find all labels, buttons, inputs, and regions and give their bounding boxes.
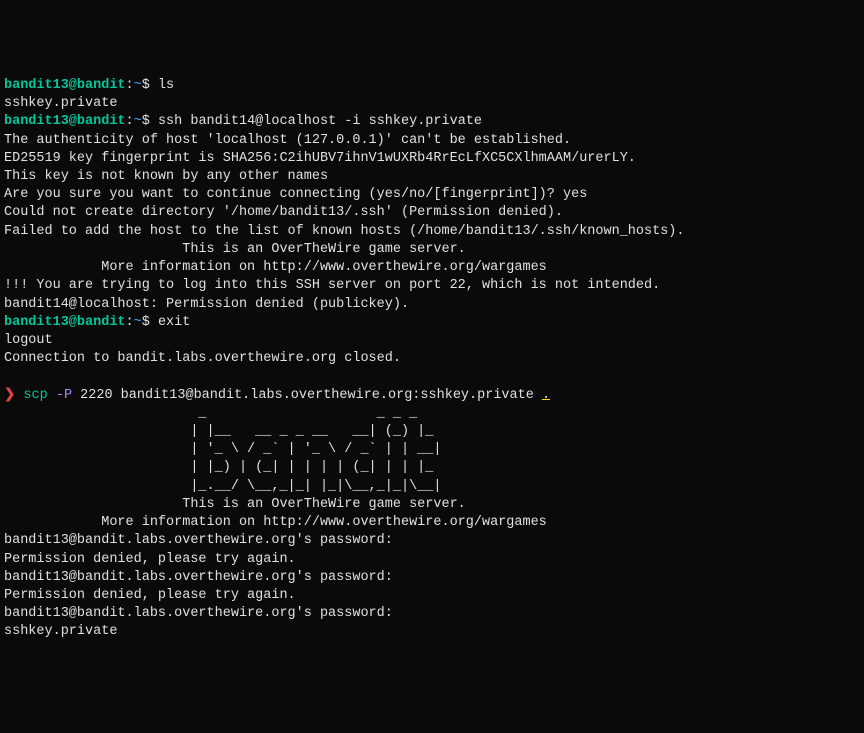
ascii-art-line: | |__ __ _ _ __ __| (_) |_	[4, 423, 860, 441]
warning-line: !!! You are trying to log into this SSH …	[4, 277, 860, 295]
banner-line: This is an OverTheWire game server.	[4, 241, 860, 259]
permission-denied-line: Permission denied, please try again.	[4, 551, 860, 569]
connection-closed-line: Connection to bandit.labs.overthewire.or…	[4, 350, 860, 368]
password-prompt: bandit13@bandit.labs.overthewire.org's p…	[4, 605, 860, 623]
ascii-art-line: | '_ \ / _` | '_ \ / _` | | __|	[4, 441, 860, 459]
user-host: bandit13@bandit	[4, 315, 126, 330]
banner-line: More information on http://www.overthewi…	[4, 259, 860, 277]
ls-output: sshkey.private	[4, 95, 860, 113]
terminal-output[interactable]: bandit13@bandit:~$ lssshkey.privatebandi…	[4, 77, 860, 642]
scp-args: 2220 bandit13@bandit.labs.overthewire.or…	[80, 388, 542, 403]
permission-denied-line: Permission denied, please try again.	[4, 587, 860, 605]
user-host: bandit13@bandit	[4, 114, 126, 129]
ascii-art-line: | |_) | (_| | | | | (_| | | |_	[4, 459, 860, 477]
user-host: bandit13@bandit	[4, 78, 126, 93]
prompt-line-1: bandit13@bandit:~$ ls	[4, 77, 860, 95]
logout-line: logout	[4, 332, 860, 350]
prompt-line-2: bandit13@bandit:~$ ssh bandit14@localhos…	[4, 113, 860, 131]
banner-line: This is an OverTheWire game server.	[4, 496, 860, 514]
ssh-output-line: This key is not known by any other names	[4, 168, 860, 186]
password-prompt: bandit13@bandit.labs.overthewire.org's p…	[4, 569, 860, 587]
scp-command: scp	[23, 388, 47, 403]
banner-line: More information on http://www.overthewi…	[4, 514, 860, 532]
prompt-line-3: bandit13@bandit:~$ exit	[4, 314, 860, 332]
ssh-output-line: Failed to add the host to the list of kn…	[4, 223, 860, 241]
ssh-output-line: The authenticity of host 'localhost (127…	[4, 132, 860, 150]
local-prompt-line: ❯ scp -P 2220 bandit13@bandit.labs.overt…	[4, 387, 860, 405]
scp-file-transfer: sshkey.private	[4, 623, 860, 641]
password-prompt: bandit13@bandit.labs.overthewire.org's p…	[4, 532, 860, 550]
blank-line	[4, 368, 860, 386]
ascii-art-line: |_.__/ \__,_|_| |_|\__,_|_|\__|	[4, 478, 860, 496]
prompt-arrow-icon: ❯	[4, 388, 15, 403]
ssh-output-line: Are you sure you want to continue connec…	[4, 186, 860, 204]
ssh-output-line: ED25519 key fingerprint is SHA256:C2ihUB…	[4, 150, 860, 168]
ssh-output-line: Could not create directory '/home/bandit…	[4, 204, 860, 222]
scp-flag: -P	[56, 388, 72, 403]
command-text: ssh bandit14@localhost -i sshkey.private	[158, 114, 482, 129]
ascii-art-line: _ _ _ _	[4, 405, 860, 423]
permission-denied-line: bandit14@localhost: Permission denied (p…	[4, 296, 860, 314]
command-text: ls	[158, 78, 174, 93]
command-text: exit	[158, 315, 190, 330]
scp-destination: .	[542, 388, 550, 403]
